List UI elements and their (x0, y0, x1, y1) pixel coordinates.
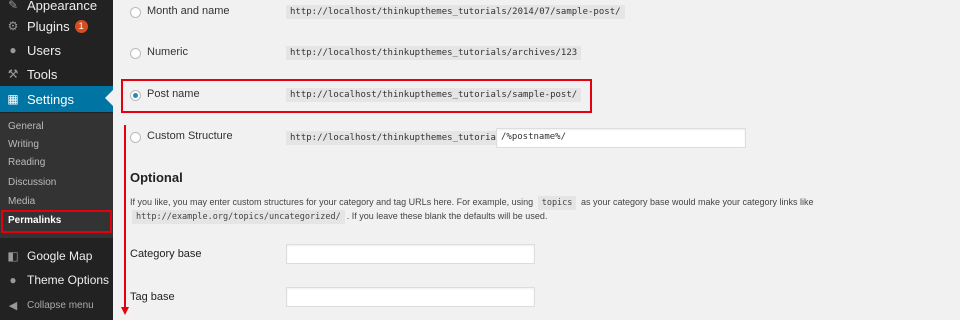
optional-desc-code-example-url: http://example.org/topics/uncategorized/ (132, 210, 345, 224)
settings-icon: ▦ (7, 92, 19, 106)
menu-settings-label: Settings (27, 91, 74, 107)
menu-google-map-label: Google Map (27, 249, 93, 263)
optional-description-line2: http://example.org/topics/uncategorized/… (130, 210, 548, 224)
submenu-reading[interactable]: Reading (8, 154, 45, 172)
optional-description-line1: If you like, you may enter custom struct… (130, 196, 814, 210)
menu-theme-options[interactable]: ● Theme Options (0, 268, 113, 292)
option-custom-structure-label: Custom Structure (147, 130, 233, 142)
tag-base-label: Tag base (130, 291, 175, 303)
map-icon: ◧ (7, 249, 19, 263)
custom-structure-input[interactable]: /%postname%/ (496, 128, 746, 148)
theme-options-icon: ● (9, 273, 17, 287)
permalinks-highlight-box (1, 210, 112, 233)
radio-numeric[interactable] (130, 48, 141, 59)
optional-desc-text3: . If you leave these blank the defaults … (346, 211, 548, 221)
plugins-update-badge: 1 (74, 19, 88, 33)
paintbrush-icon: ✎ (7, 0, 19, 12)
annotation-arrow-head (121, 307, 129, 315)
submenu-media[interactable]: Media (8, 193, 35, 211)
admin-sidebar: ✎ Appearance ⚙ Plugins 1 ● Users ⚒ Tools… (0, 0, 113, 320)
menu-tools[interactable]: ⚒ Tools (0, 62, 113, 86)
optional-desc-code-topics: topics (537, 196, 577, 210)
annotation-arrow-line (124, 125, 126, 311)
wrench-icon: ⚒ (7, 67, 19, 81)
collapse-menu-button[interactable]: ◀ Collapse menu (0, 293, 113, 317)
optional-desc-text1: If you like, you may enter custom struct… (130, 197, 534, 207)
radio-month-and-name[interactable] (130, 7, 141, 18)
collapse-icon: ◀ (8, 299, 18, 312)
category-base-input[interactable] (286, 244, 535, 264)
menu-users[interactable]: ● Users (0, 38, 113, 62)
user-icon: ● (9, 43, 17, 57)
menu-google-map[interactable]: ◧ Google Map (0, 244, 113, 268)
option-numeric-example: http://localhost/thinkupthemes_tutorials… (286, 46, 582, 60)
option-month-and-name-example: http://localhost/thinkupthemes_tutorials… (286, 5, 625, 19)
radio-custom-structure[interactable] (130, 132, 141, 143)
post-name-highlight-box (121, 79, 592, 113)
menu-plugins[interactable]: ⚙ Plugins 1 (0, 14, 113, 38)
menu-users-label: Users (27, 42, 61, 58)
optional-desc-text2: as your category base would make your ca… (580, 197, 814, 207)
menu-settings[interactable]: ▦ Settings (0, 86, 113, 112)
category-base-label: Category base (130, 248, 202, 260)
submenu-general[interactable]: General (8, 118, 44, 136)
submenu-discussion[interactable]: Discussion (8, 174, 56, 192)
option-custom-structure-prefix: http://localhost/thinkupthemes_tutorials (286, 131, 511, 145)
menu-plugins-label: Plugins (27, 18, 70, 34)
menu-appearance-label: Appearance (27, 0, 98, 13)
option-numeric-label: Numeric (147, 46, 188, 58)
option-month-and-name-label: Month and name (147, 5, 230, 17)
submenu-writing[interactable]: Writing (8, 136, 39, 154)
collapse-menu-label: Collapse menu (27, 299, 94, 311)
plugin-icon: ⚙ (7, 19, 19, 33)
optional-heading: Optional (130, 170, 183, 185)
menu-theme-options-label: Theme Options (27, 273, 110, 287)
tag-base-input[interactable] (286, 287, 535, 307)
menu-tools-label: Tools (27, 66, 58, 82)
